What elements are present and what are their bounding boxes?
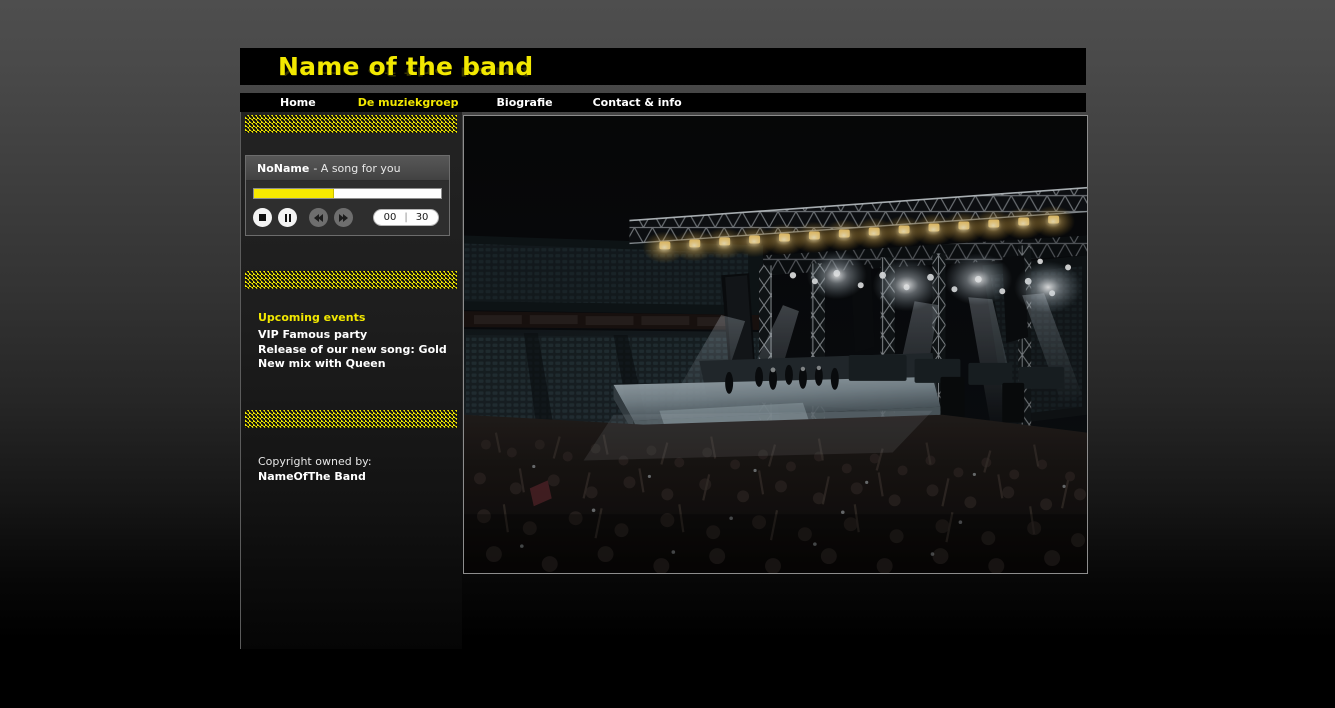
fast-forward-button[interactable] — [334, 208, 353, 227]
header-nav-gap — [240, 85, 1086, 93]
music-player: NoName - A song for you 00 | 30 — [245, 155, 450, 236]
rewind-icon — [314, 213, 323, 222]
time-separator: | — [404, 212, 408, 223]
nav-item-de-muziekgroep[interactable]: De muziekgroep — [358, 96, 459, 109]
fast-forward-icon — [339, 213, 348, 222]
main-content — [462, 112, 1088, 649]
stop-icon — [259, 214, 266, 221]
list-item[interactable]: New mix with Queen — [258, 357, 462, 372]
page-background: Name of the band Name of the band Home D… — [0, 0, 1335, 708]
pause-button[interactable] — [278, 208, 297, 227]
player-controls: 00 | 30 — [253, 208, 442, 227]
time-total: 30 — [415, 212, 429, 223]
copyright-label: Copyright owned by: — [258, 454, 372, 468]
time-display[interactable]: 00 | 30 — [373, 209, 439, 226]
track-title: - A song for you — [313, 161, 401, 175]
time-elapsed: 00 — [383, 212, 397, 223]
sidebar: NoName - A song for you 00 | 30 Upcoming… — [240, 112, 462, 649]
rewind-button[interactable] — [309, 208, 328, 227]
nav-item-home[interactable]: Home — [280, 96, 316, 109]
copyright-band-name: NameOfThe Band — [258, 469, 366, 483]
list-item[interactable]: Release of our new song: Gold — [258, 343, 462, 358]
page-title: Name of the band — [278, 52, 534, 81]
hazard-divider-top — [245, 115, 457, 133]
nav-item-biografie[interactable]: Biografie — [497, 96, 553, 109]
playback-progress-bar[interactable] — [253, 188, 442, 199]
site-wrapper: Name of the band Name of the band Home D… — [240, 48, 1088, 649]
track-artist: NoName — [257, 161, 310, 175]
upcoming-events-title: Upcoming events — [258, 311, 366, 324]
stop-button[interactable] — [253, 208, 272, 227]
list-item[interactable]: VIP Famous party — [258, 328, 462, 343]
upcoming-events-section: Upcoming events VIP Famous party Release… — [241, 289, 462, 372]
concert-stage-photo-graphic — [464, 116, 1087, 573]
hazard-divider-middle — [245, 271, 457, 289]
concert-stage-photo — [463, 115, 1088, 574]
music-player-titlebar: NoName - A song for you — [246, 156, 449, 181]
content-row: NoName - A song for you 00 | 30 Upcoming… — [240, 112, 1088, 649]
playback-progress-fill — [254, 189, 335, 198]
main-navigation: Home De muziekgroep Biografie Contact & … — [240, 93, 1086, 112]
pause-icon — [284, 213, 291, 222]
music-player-body: 00 | 30 — [246, 181, 449, 235]
hazard-divider-bottom — [245, 409, 457, 428]
copyright-section: Copyright owned by: NameOfThe Band — [241, 428, 462, 484]
nav-item-contact-info[interactable]: Contact & info — [593, 96, 682, 109]
site-header: Name of the band Name of the band — [240, 48, 1086, 85]
